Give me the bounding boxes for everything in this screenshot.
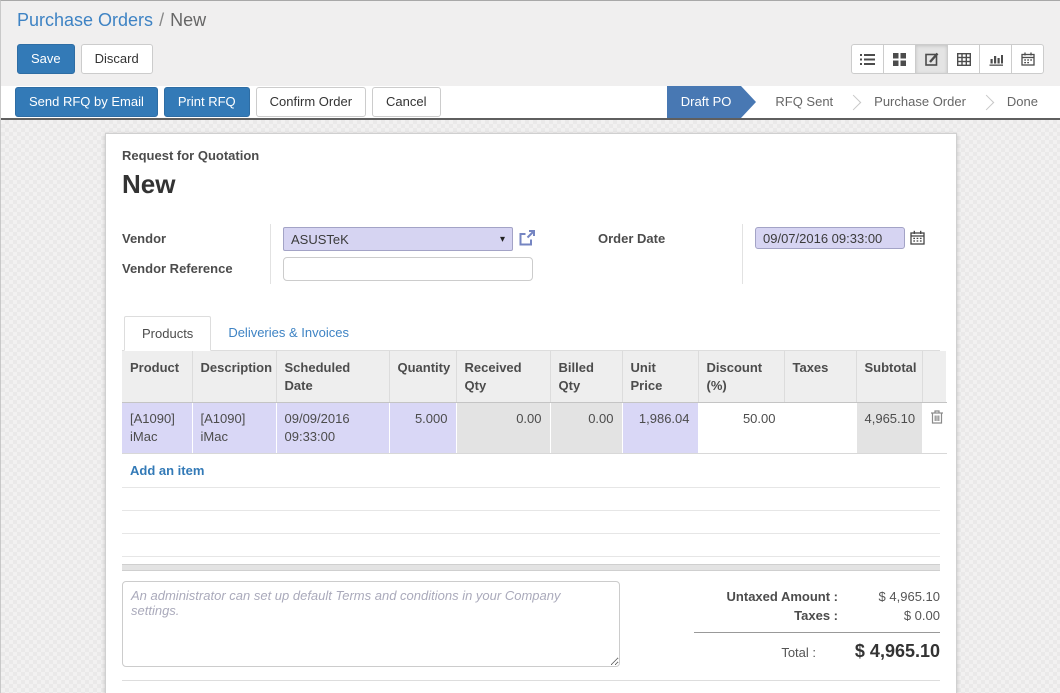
- breadcrumb-separator: /: [159, 10, 164, 30]
- taxes-label: Taxes :: [694, 608, 852, 623]
- cancel-button[interactable]: Cancel: [372, 87, 440, 117]
- col-discount[interactable]: Discount (%): [698, 351, 784, 403]
- totals-divider: [694, 632, 940, 633]
- external-link-icon[interactable]: [518, 235, 536, 250]
- empty-line[interactable]: [122, 511, 940, 534]
- send-rfq-button[interactable]: Send RFQ by Email: [15, 87, 158, 117]
- status-pipeline: Draft PO RFQ Sent Purchase Order Done: [667, 86, 1060, 118]
- save-button[interactable]: Save: [17, 44, 75, 74]
- order-date-label: Order Date: [598, 224, 742, 284]
- cell-description[interactable]: [A1090] iMac: [192, 403, 276, 454]
- graph-view-button[interactable]: [979, 44, 1012, 74]
- col-description[interactable]: Description: [192, 351, 276, 403]
- cell-unit-price[interactable]: 1,986.04: [622, 403, 698, 454]
- cell-subtotal: 4,965.10: [856, 403, 922, 454]
- tab-deliveries-invoices[interactable]: Deliveries & Invoices: [211, 316, 366, 350]
- graph-view-icon: [989, 53, 1003, 66]
- terms-and-conditions-textarea[interactable]: [122, 581, 620, 667]
- status-step-purchase-order[interactable]: Purchase Order: [860, 86, 980, 118]
- list-view-button[interactable]: [851, 44, 884, 74]
- cell-scheduled-date[interactable]: 09/09/2016 09:33:00: [276, 403, 389, 454]
- breadcrumb-purchase-orders[interactable]: Purchase Orders: [17, 10, 153, 30]
- form-sheet: Request for Quotation New Vendor ASUSTeK…: [105, 133, 957, 693]
- delete-line-button[interactable]: [922, 403, 946, 454]
- status-step-rfq-sent[interactable]: RFQ Sent: [761, 86, 847, 118]
- col-delete: [922, 351, 946, 403]
- cell-product[interactable]: [A1090] iMac: [122, 403, 192, 454]
- top-bar: Purchase Orders / New Save Discard: [1, 1, 1060, 86]
- kanban-view-button[interactable]: [883, 44, 916, 74]
- empty-line[interactable]: [122, 534, 940, 557]
- vendor-value: ASUSTeK: [291, 232, 500, 247]
- taxes-value: $ 0.00: [852, 608, 940, 623]
- untaxed-amount-value: $ 4,965.10: [852, 589, 940, 604]
- add-item-row: Add an item: [122, 454, 940, 488]
- pivot-view-button[interactable]: [947, 44, 980, 74]
- confirm-order-button[interactable]: Confirm Order: [256, 87, 366, 117]
- form-view-button[interactable]: [915, 44, 948, 74]
- untaxed-amount-label: Untaxed Amount :: [694, 589, 852, 604]
- col-quantity[interactable]: Quantity: [389, 351, 456, 403]
- calendar-view-button[interactable]: [1011, 44, 1044, 74]
- total-value: $ 4,965.10: [830, 641, 940, 662]
- chevron-right-icon: [846, 94, 862, 110]
- status-step-done[interactable]: Done: [993, 86, 1052, 118]
- section-separator: [122, 564, 940, 571]
- calendar-view-icon: [1021, 52, 1035, 66]
- print-rfq-button[interactable]: Print RFQ: [164, 87, 250, 117]
- status-step-draft-po[interactable]: Draft PO: [667, 86, 742, 118]
- totals-block: Untaxed Amount : $ 4,965.10 Taxes : $ 0.…: [694, 581, 940, 667]
- vendor-label: Vendor: [122, 224, 270, 254]
- vendor-select[interactable]: ASUSTeK ▾: [283, 227, 513, 251]
- list-view-icon: [860, 53, 875, 66]
- form-view-background: Request for Quotation New Vendor ASUSTeK…: [1, 120, 1060, 693]
- pivot-view-icon: [957, 53, 971, 66]
- order-lines-table: Product Description Scheduled Date Quant…: [122, 351, 947, 454]
- col-billed-qty[interactable]: Billed Qty: [550, 351, 622, 403]
- sheet-bottom-divider: [122, 680, 940, 681]
- cell-discount[interactable]: 50.00: [698, 403, 784, 454]
- notebook-tabs: Products Deliveries & Invoices: [122, 316, 940, 351]
- cell-billed-qty: 0.00: [550, 403, 622, 454]
- col-received-qty[interactable]: Received Qty: [456, 351, 550, 403]
- document-type-label: Request for Quotation: [122, 148, 940, 163]
- table-header-row: Product Description Scheduled Date Quant…: [122, 351, 946, 403]
- cell-quantity[interactable]: 5.000: [389, 403, 456, 454]
- cell-received-qty: 0.00: [456, 403, 550, 454]
- view-switcher: [851, 44, 1044, 74]
- col-unit-price[interactable]: Unit Price: [622, 351, 698, 403]
- status-bar: Send RFQ by Email Print RFQ Confirm Orde…: [1, 86, 1060, 120]
- kanban-view-icon: [893, 53, 906, 66]
- form-view-icon: [925, 52, 939, 66]
- total-label: Total :: [694, 645, 830, 660]
- trash-icon: [931, 412, 943, 427]
- col-scheduled-date[interactable]: Scheduled Date: [276, 351, 389, 403]
- right-field-group: Order Date: [598, 224, 925, 284]
- vendor-reference-label: Vendor Reference: [122, 254, 270, 284]
- dropdown-arrow-icon: ▾: [500, 234, 505, 245]
- col-subtotal[interactable]: Subtotal: [856, 351, 922, 403]
- add-an-item-link[interactable]: Add an item: [130, 463, 204, 478]
- discard-button[interactable]: Discard: [81, 44, 153, 74]
- chevron-right-icon: [979, 94, 995, 110]
- breadcrumb-current: New: [170, 10, 206, 30]
- order-line-row: [A1090] iMac [A1090] iMac 09/09/2016 09:…: [122, 403, 946, 454]
- left-field-group: Vendor ASUSTeK ▾ Vendor Reference: [122, 224, 536, 284]
- empty-line[interactable]: [122, 488, 940, 511]
- col-product[interactable]: Product: [122, 351, 192, 403]
- calendar-icon[interactable]: [910, 233, 925, 248]
- page-title: New: [122, 169, 940, 200]
- cell-taxes[interactable]: [784, 403, 856, 454]
- vendor-reference-input[interactable]: [283, 257, 533, 281]
- col-taxes[interactable]: Taxes: [784, 351, 856, 403]
- order-date-input[interactable]: [755, 227, 905, 249]
- tab-products[interactable]: Products: [124, 316, 211, 351]
- breadcrumb: Purchase Orders / New: [17, 10, 1044, 31]
